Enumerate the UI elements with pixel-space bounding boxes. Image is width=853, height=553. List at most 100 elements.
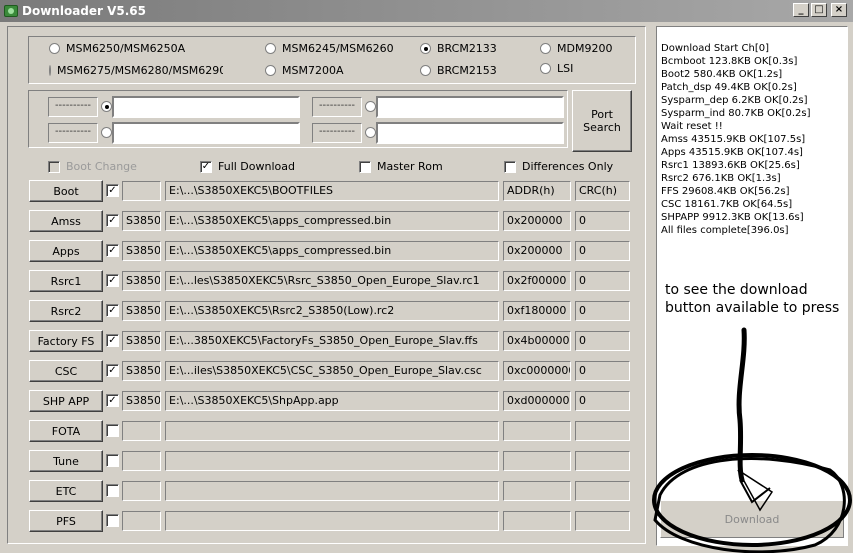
row-file-path[interactable] <box>165 481 499 501</box>
close-button[interactable]: × <box>831 3 847 17</box>
checkbox-box <box>48 160 60 173</box>
row-model <box>122 511 161 531</box>
row-address[interactable] <box>503 481 571 501</box>
app-icon <box>4 5 18 17</box>
row-model: S3850 <box>122 331 161 351</box>
radio-brcm2133[interactable]: BRCM2133 <box>420 42 497 55</box>
log-line: Rsrc2 676.1KB OK[1.3s] <box>661 173 781 184</box>
minimize-button[interactable]: _ <box>793 3 809 17</box>
checkbox-box-checked: ✓ <box>200 160 212 173</box>
log-line: Rsrc1 13893.6KB OK[25.6s] <box>661 160 800 171</box>
row-button-rsrc2[interactable]: Rsrc2 <box>29 300 103 322</box>
row-crc[interactable]: 0 <box>575 301 630 321</box>
row-address[interactable]: 0xd0000000 <box>503 391 571 411</box>
row-button-boot[interactable]: Boot <box>29 180 103 202</box>
port-search-button[interactable]: Port Search <box>572 90 632 152</box>
row-file-path[interactable]: E:\...\S3850XEKC5\ShpApp.app <box>165 391 499 411</box>
row-checkbox[interactable]: ✓ <box>106 214 119 227</box>
log-line: Sysparm_ind 80.7KB OK[0.2s] <box>661 108 811 119</box>
log-line: Patch_dsp 49.4KB OK[0.2s] <box>661 82 797 93</box>
row-checkbox[interactable]: ✓ <box>106 364 119 377</box>
row-file-path[interactable] <box>165 451 499 471</box>
row-button-etc[interactable]: ETC <box>29 480 103 502</box>
row-checkbox[interactable] <box>106 454 119 467</box>
row-crc[interactable] <box>575 421 630 441</box>
row-crc[interactable]: 0 <box>575 331 630 351</box>
radio-dot <box>540 43 551 54</box>
full-download-checkbox[interactable]: ✓ Full Download <box>200 160 295 173</box>
row-checkbox[interactable]: ✓ <box>106 184 119 197</box>
row-address[interactable] <box>503 421 571 441</box>
row-file-path[interactable] <box>165 511 499 531</box>
row-checkbox[interactable] <box>106 484 119 497</box>
radio-mdm9200[interactable]: MDM9200 <box>540 42 612 55</box>
download-button[interactable]: Download <box>660 500 844 538</box>
log-line: CSC 18161.7KB OK[64.5s] <box>661 199 793 210</box>
row-file-path[interactable]: E:\...iles\S3850XEKC5\CSC_S3850_Open_Eur… <box>165 361 499 381</box>
radio-msm6275[interactable]: MSM6275/MSM6280/MSM6290 <box>49 64 223 77</box>
row-checkbox[interactable] <box>106 424 119 437</box>
log-line: Download Start Ch[0] <box>661 43 769 54</box>
radio-dot <box>365 127 376 138</box>
row-crc[interactable]: 0 <box>575 391 630 411</box>
row-address[interactable]: 0xf180000 <box>503 301 571 321</box>
row-button-fota[interactable]: FOTA <box>29 420 103 442</box>
port-field-4[interactable] <box>376 122 564 144</box>
row-file-path[interactable]: E:\...\S3850XEKC5\BOOTFILES <box>165 181 499 201</box>
row-button-tune[interactable]: Tune <box>29 450 103 472</box>
row-file-path[interactable]: E:\...\S3850XEKC5\Rsrc2_S3850(Low).rc2 <box>165 301 499 321</box>
radio-msm7200a[interactable]: MSM7200A <box>265 64 343 77</box>
row-button-apps[interactable]: Apps <box>29 240 103 262</box>
row-crc[interactable] <box>575 451 630 471</box>
row-crc[interactable] <box>575 481 630 501</box>
row-file-path[interactable]: E:\...\S3850XEKC5\apps_compressed.bin <box>165 211 499 231</box>
row-file-path[interactable]: E:\...les\S3850XEKC5\Rsrc_S3850_Open_Eur… <box>165 271 499 291</box>
row-crc[interactable]: 0 <box>575 361 630 381</box>
radio-msm6250[interactable]: MSM6250/MSM6250A <box>49 42 185 55</box>
row-crc[interactable]: CRC(h) <box>575 181 630 201</box>
row-checkbox[interactable]: ✓ <box>106 304 119 317</box>
row-checkbox[interactable]: ✓ <box>106 394 119 407</box>
port-field-2[interactable] <box>376 96 564 118</box>
row-address[interactable]: 0x200000 <box>503 211 571 231</box>
log-line: FFS 29608.4KB OK[56.2s] <box>661 186 790 197</box>
row-button-rsrc1[interactable]: Rsrc1 <box>29 270 103 292</box>
row-button-pfs[interactable]: PFS <box>29 510 103 532</box>
port-field-1[interactable] <box>112 96 300 118</box>
radio-dot <box>49 65 51 76</box>
row-crc[interactable]: 0 <box>575 271 630 291</box>
row-file-path[interactable]: E:\...3850XEKC5\FactoryFs_S3850_Open_Eur… <box>165 331 499 351</box>
row-address[interactable]: 0x2f00000 <box>503 271 571 291</box>
row-button-amss[interactable]: Amss <box>29 210 103 232</box>
master-rom-checkbox[interactable]: Master Rom <box>359 160 443 173</box>
row-crc[interactable]: 0 <box>575 241 630 261</box>
row-address[interactable]: ADDR(h) <box>503 181 571 201</box>
row-button-shp-app[interactable]: SHP APP <box>29 390 103 412</box>
boot-change-checkbox[interactable]: Boot Change <box>48 160 137 173</box>
row-checkbox[interactable]: ✓ <box>106 274 119 287</box>
row-button-factory-fs[interactable]: Factory FS <box>29 330 103 352</box>
row-crc[interactable]: 0 <box>575 211 630 231</box>
row-checkbox[interactable]: ✓ <box>106 334 119 347</box>
radio-dot-selected <box>420 43 431 54</box>
row-address[interactable]: 0x200000 <box>503 241 571 261</box>
differences-only-checkbox[interactable]: Differences Only <box>504 160 613 173</box>
radio-msm6245[interactable]: MSM6245/MSM6260 <box>265 42 394 55</box>
row-address[interactable] <box>503 511 571 531</box>
row-checkbox[interactable] <box>106 514 119 527</box>
port-field-3[interactable] <box>112 122 300 144</box>
row-button-csc[interactable]: CSC <box>29 360 103 382</box>
row-crc[interactable] <box>575 511 630 531</box>
row-address[interactable] <box>503 451 571 471</box>
row-address[interactable]: 0xc0000000 <box>503 361 571 381</box>
radio-dot-selected <box>101 101 112 112</box>
port-label-1: ---------- <box>48 97 98 117</box>
row-file-path[interactable] <box>165 421 499 441</box>
row-file-path[interactable]: E:\...\S3850XEKC5\apps_compressed.bin <box>165 241 499 261</box>
row-address[interactable]: 0x4b00000 <box>503 331 571 351</box>
maximize-button[interactable]: □ <box>811 3 827 17</box>
row-model <box>122 481 161 501</box>
radio-brcm2153[interactable]: BRCM2153 <box>420 64 497 77</box>
radio-lsi[interactable]: LSI <box>540 62 573 75</box>
row-checkbox[interactable]: ✓ <box>106 244 119 257</box>
